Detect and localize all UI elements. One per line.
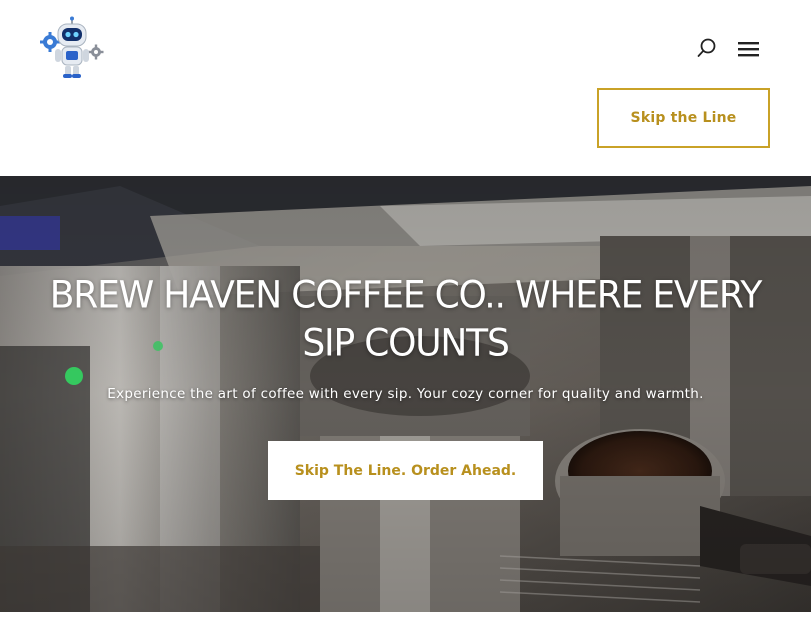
hamburger-menu-icon[interactable] bbox=[736, 38, 762, 60]
order-ahead-button[interactable]: Skip The Line. Order Ahead. bbox=[268, 441, 543, 500]
search-icon[interactable] bbox=[695, 36, 719, 60]
page-bottom-strip bbox=[0, 612, 811, 633]
page: Skip the Line BREW HAVEN COFFEE CO.. WHE… bbox=[0, 0, 811, 633]
hero-subtitle: Experience the art of coffee with every … bbox=[107, 386, 704, 402]
hero-section: BREW HAVEN COFFEE CO.. WHERE EVERY SIP C… bbox=[0, 176, 811, 612]
skip-the-line-button[interactable]: Skip the Line bbox=[597, 88, 770, 148]
robot-logo-icon[interactable] bbox=[40, 16, 104, 80]
hero-title: BREW HAVEN COFFEE CO.. WHERE EVERY SIP C… bbox=[49, 273, 763, 366]
site-header: Skip the Line bbox=[0, 0, 811, 176]
